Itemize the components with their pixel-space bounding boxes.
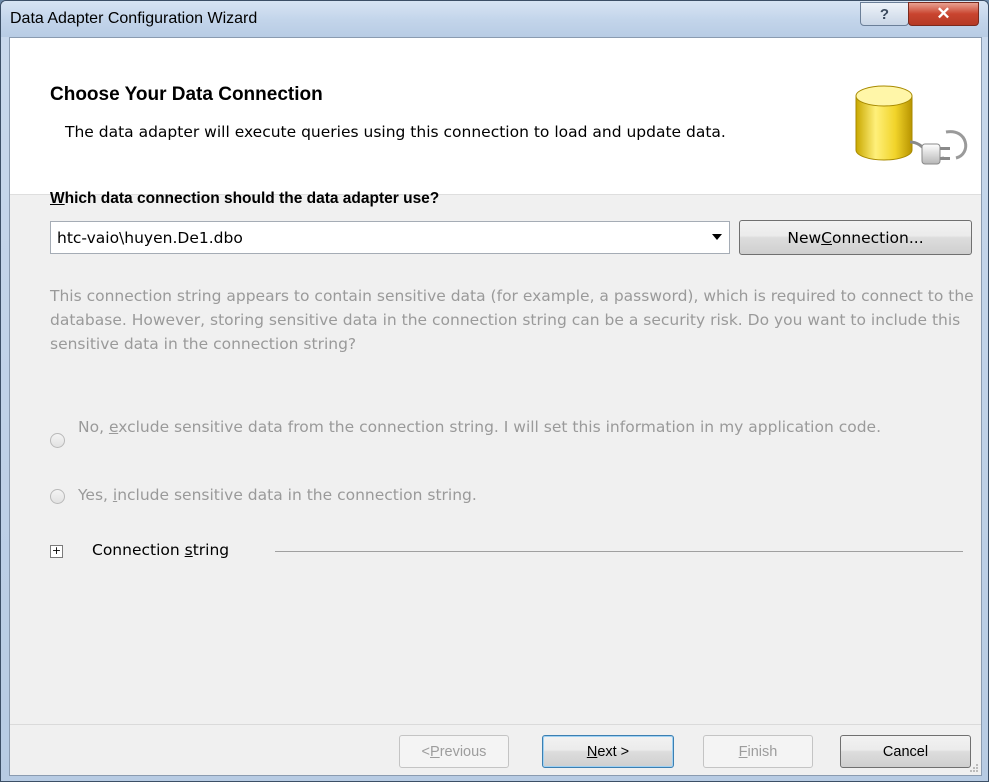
question-text: hich data connection should the data ada…	[64, 190, 440, 207]
include-label: Yes, include sensitive data in the conne…	[78, 484, 678, 507]
finish-rest: inish	[747, 743, 778, 760]
window-title: Data Adapter Configuration Wizard	[10, 10, 258, 27]
cancel-button[interactable]: Cancel	[840, 735, 971, 768]
prev-accel: P	[430, 743, 440, 760]
exclude-label: No, exclude sensitive data from the conn…	[78, 416, 918, 439]
connection-dropdown[interactable]: htc-vaio\huyen.De1.dbo	[50, 221, 730, 254]
wizard-window: Data Adapter Configuration Wizard ? ✕ Ch…	[0, 0, 989, 782]
expand-connection-string-icon[interactable]: +	[50, 545, 63, 558]
connection-question-label: Which data connection should the data ad…	[50, 190, 439, 208]
exclude-radio[interactable]	[50, 433, 65, 448]
wizard-header: Choose Your Data Connection The data ada…	[10, 38, 981, 195]
accel-w: W	[50, 190, 65, 207]
database-plug-icon	[855, 85, 968, 165]
connection-string-divider	[275, 551, 963, 552]
next-rest: ext >	[597, 743, 630, 760]
connection-string-label[interactable]: Connection string	[92, 541, 229, 559]
cs-accel: s	[184, 541, 193, 559]
finish-button[interactable]: Finish	[703, 735, 813, 768]
include-prefix: Yes,	[78, 486, 113, 504]
exclude-rest: xclude sensitive data from the connectio…	[118, 418, 881, 436]
close-icon: ✕	[936, 4, 951, 23]
page-description: The data adapter will execute queries us…	[65, 123, 726, 141]
new-conn-label-b: onnection...	[831, 228, 924, 247]
help-icon: ?	[879, 5, 890, 23]
prev-rest: revious	[439, 743, 487, 760]
resize-grip-icon[interactable]	[969, 763, 979, 773]
wizard-client-area: Choose Your Data Connection The data ada…	[9, 37, 982, 776]
prev-prefix: <	[421, 743, 431, 760]
cs-rest: tring	[192, 541, 230, 559]
exclude-accel: e	[108, 418, 119, 436]
finish-accel: F	[738, 743, 748, 760]
sensitive-data-warning: This connection string appears to contai…	[50, 287, 974, 353]
connection-selected-value: htc-vaio\huyen.De1.dbo	[57, 229, 243, 247]
title-bar[interactable]: Data Adapter Configuration Wizard ? ✕	[1, 1, 988, 37]
include-rest: nclude sensitive data in the connection …	[117, 486, 477, 504]
close-button[interactable]: ✕	[908, 2, 979, 26]
help-button[interactable]: ?	[860, 2, 909, 26]
new-connection-button[interactable]: New Connection...	[739, 220, 972, 255]
chevron-down-icon	[712, 234, 722, 240]
new-conn-label-a: New	[787, 228, 822, 247]
wizard-footer: < Previous Next > Finish Cancel	[10, 725, 981, 775]
include-radio[interactable]	[50, 489, 65, 504]
exclude-prefix: No,	[78, 418, 109, 436]
cs-prefix: Connection	[92, 541, 185, 559]
next-accel: N	[586, 743, 598, 760]
next-button[interactable]: Next >	[542, 735, 674, 768]
previous-button[interactable]: < Previous	[399, 735, 509, 768]
new-conn-accel: C	[821, 228, 832, 247]
page-title: Choose Your Data Connection	[50, 84, 323, 105]
